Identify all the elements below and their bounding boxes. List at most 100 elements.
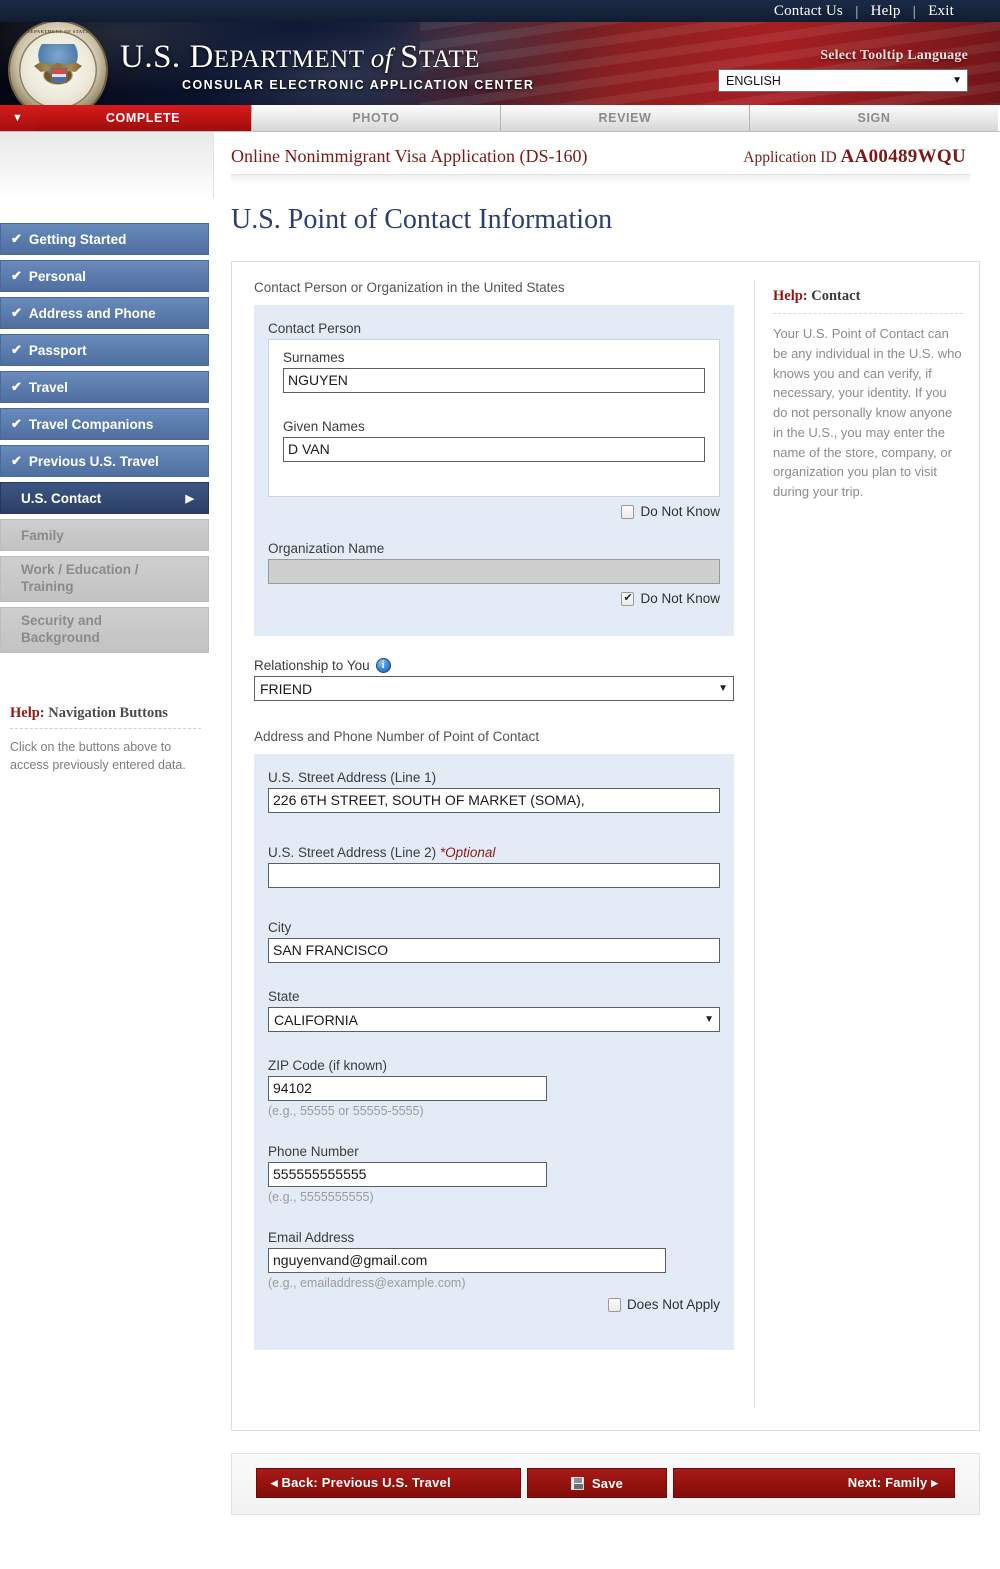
contact-person-panel: Contact Person Surnames NGUYEN Given Nam… <box>254 305 734 636</box>
surnames-input[interactable]: NGUYEN <box>283 368 705 393</box>
relationship-label-row: Relationship to You i <box>254 658 734 673</box>
sidebar-item-label: Personal <box>28 268 86 284</box>
page-title: U.S. Point of Contact Information <box>231 204 613 235</box>
help-panel-body: Your U.S. Point of Contact can be any in… <box>773 326 962 499</box>
floppy-disk-icon <box>570 1476 584 1490</box>
relationship-field: Relationship to You i FRIEND ▼ <box>254 658 734 701</box>
sidebar-item-family[interactable]: Family <box>0 519 209 551</box>
name-do-not-know-label: Do Not Know <box>640 504 720 519</box>
name-do-not-know-row[interactable]: Do Not Know <box>268 504 720 519</box>
street2-input[interactable] <box>268 863 720 888</box>
sidebar-item-previous-us-travel[interactable]: ✔ Previous U.S. Travel <box>0 445 209 477</box>
contact-person-legend: Contact Person <box>268 321 362 336</box>
tooltip-language-block: Select Tooltip Language ENGLISH ▼ <box>718 48 968 92</box>
contact-person-inner-box: Surnames NGUYEN Given Names D VAN <box>268 339 720 497</box>
phone-label: Phone Number <box>268 1144 359 1159</box>
application-id-value: AA00489WQU <box>840 146 966 167</box>
state-select[interactable]: CALIFORNIA ▼ <box>268 1007 720 1032</box>
check-icon: ✔ <box>11 231 22 246</box>
zip-label: ZIP Code (if known) <box>268 1058 388 1073</box>
given-names-input[interactable]: D VAN <box>283 437 705 462</box>
form-column: Contact Person or Organization in the Un… <box>254 280 734 1408</box>
sidebar-help-title: Help: Navigation Buttons <box>10 705 201 722</box>
sidebar-item-security-and-background[interactable]: Security and Background <box>0 607 209 653</box>
sidebar-item-label: Family <box>21 527 64 543</box>
check-icon: ✔ <box>11 342 22 357</box>
sidebar-item-personal[interactable]: ✔ Personal <box>0 260 209 292</box>
help-link[interactable]: Help <box>859 3 913 20</box>
seal-eagle-icon <box>32 44 84 96</box>
sidebar-help-title-red: Help: <box>10 705 45 721</box>
relationship-select[interactable]: FRIEND ▼ <box>254 676 734 701</box>
street1-label: U.S. Street Address (Line 1) <box>268 770 437 785</box>
does-not-apply-checkbox[interactable] <box>607 1297 621 1312</box>
tab-review[interactable]: REVIEW <box>500 105 749 131</box>
check-icon: ✔ <box>11 305 22 320</box>
back-button[interactable]: ◂ Back: Previous U.S. Travel <box>256 1468 521 1498</box>
state-value: CALIFORNIA <box>274 1011 359 1028</box>
tab-complete[interactable]: COMPLETE <box>35 105 251 131</box>
organization-do-not-know-checkbox[interactable] <box>621 591 635 606</box>
sidebar-nav: ✔ Getting Started ✔ Personal ✔ Address a… <box>0 223 220 653</box>
organization-name-input[interactable] <box>268 559 720 584</box>
tab-photo[interactable]: PHOTO <box>251 105 500 131</box>
does-not-apply-row[interactable]: Does Not Apply <box>268 1297 720 1312</box>
sidebar-help-title-rest: Navigation Buttons <box>44 705 168 721</box>
application-title: Online Nonimmigrant Visa Application (DS… <box>231 146 588 166</box>
help-panel-title: Help: Contact <box>773 288 963 305</box>
organization-name-label: Organization Name <box>268 541 385 556</box>
tooltip-language-select[interactable]: ENGLISH ▼ <box>718 69 968 92</box>
email-input[interactable]: nguyenvand@gmail.com <box>268 1248 666 1273</box>
sidebar-item-label: Address and Phone <box>28 305 156 321</box>
street1-input[interactable]: 226 6TH STREET, SOUTH OF MARKET (SOMA), <box>268 788 720 813</box>
seal-top-text: DEPARTMENT OF STATE <box>26 29 90 34</box>
chevron-right-icon: ▶ <box>185 492 194 505</box>
sidebar-item-label: Travel Companions <box>28 416 154 432</box>
save-button-label: Save <box>591 1475 624 1491</box>
name-do-not-know-checkbox[interactable] <box>621 504 635 519</box>
main-content: Online Nonimmigrant Visa Application (DS… <box>220 132 1000 1569</box>
state-label: State <box>268 989 300 1004</box>
sidebar: ✔ Getting Started ✔ Personal ✔ Address a… <box>0 132 220 1569</box>
organization-do-not-know-label: Do Not Know <box>640 591 720 606</box>
sidebar-item-travel[interactable]: ✔ Travel <box>0 371 209 403</box>
sidebar-item-address-and-phone[interactable]: ✔ Address and Phone <box>0 297 209 329</box>
save-button[interactable]: Save <box>527 1468 667 1498</box>
relationship-value: FRIEND <box>260 680 313 697</box>
phone-input[interactable]: 555555555555 <box>268 1162 547 1187</box>
sidebar-item-travel-companions[interactable]: ✔ Travel Companions <box>0 408 209 440</box>
city-input[interactable]: SAN FRANCISCO <box>268 938 720 963</box>
check-icon: ✔ <box>11 379 22 394</box>
sidebar-help-panel: Help: Navigation Buttons Click on the bu… <box>0 705 215 774</box>
tab-sign[interactable]: SIGN <box>749 105 998 131</box>
street2-label: U.S. Street Address (Line 2) *Optional <box>268 845 720 860</box>
exit-link[interactable]: Exit <box>916 3 966 20</box>
sidebar-item-label: Passport <box>28 342 87 358</box>
help-panel-divider <box>773 313 963 314</box>
progress-step-tabs: ▼ COMPLETE PHOTO REVIEW SIGN <box>0 105 1000 132</box>
brand-of: of <box>370 43 401 73</box>
sidebar-item-work-education-training[interactable]: Work / Education / Training <box>0 556 209 602</box>
form-footer: ◂ Back: Previous U.S. Travel Save Next: … <box>231 1453 980 1515</box>
chevron-down-icon: ▼ <box>952 75 962 86</box>
zip-input[interactable]: 94102 <box>268 1076 547 1101</box>
chevron-down-icon: ▼ <box>704 1014 714 1025</box>
sidebar-item-label: U.S. Contact <box>21 490 102 506</box>
check-icon: ✔ <box>11 453 22 468</box>
sidebar-item-getting-started[interactable]: ✔ Getting Started <box>0 223 209 255</box>
info-icon[interactable]: i <box>375 658 391 673</box>
application-id-label: Application ID <box>743 149 837 166</box>
contact-us-link[interactable]: Contact Us <box>762 3 855 20</box>
sidebar-item-label: Work / Education / Training <box>21 562 139 594</box>
sidebar-item-us-contact[interactable]: U.S. Contact ▶ <box>0 482 209 514</box>
sidebar-item-label: Security and Background <box>21 613 103 645</box>
organization-do-not-know-row[interactable]: Do Not Know <box>268 591 720 606</box>
next-button[interactable]: Next: Family ▸ <box>673 1468 955 1498</box>
brand-epartment: EPARTMENT <box>213 46 371 73</box>
sidebar-item-passport[interactable]: ✔ Passport <box>0 334 209 366</box>
